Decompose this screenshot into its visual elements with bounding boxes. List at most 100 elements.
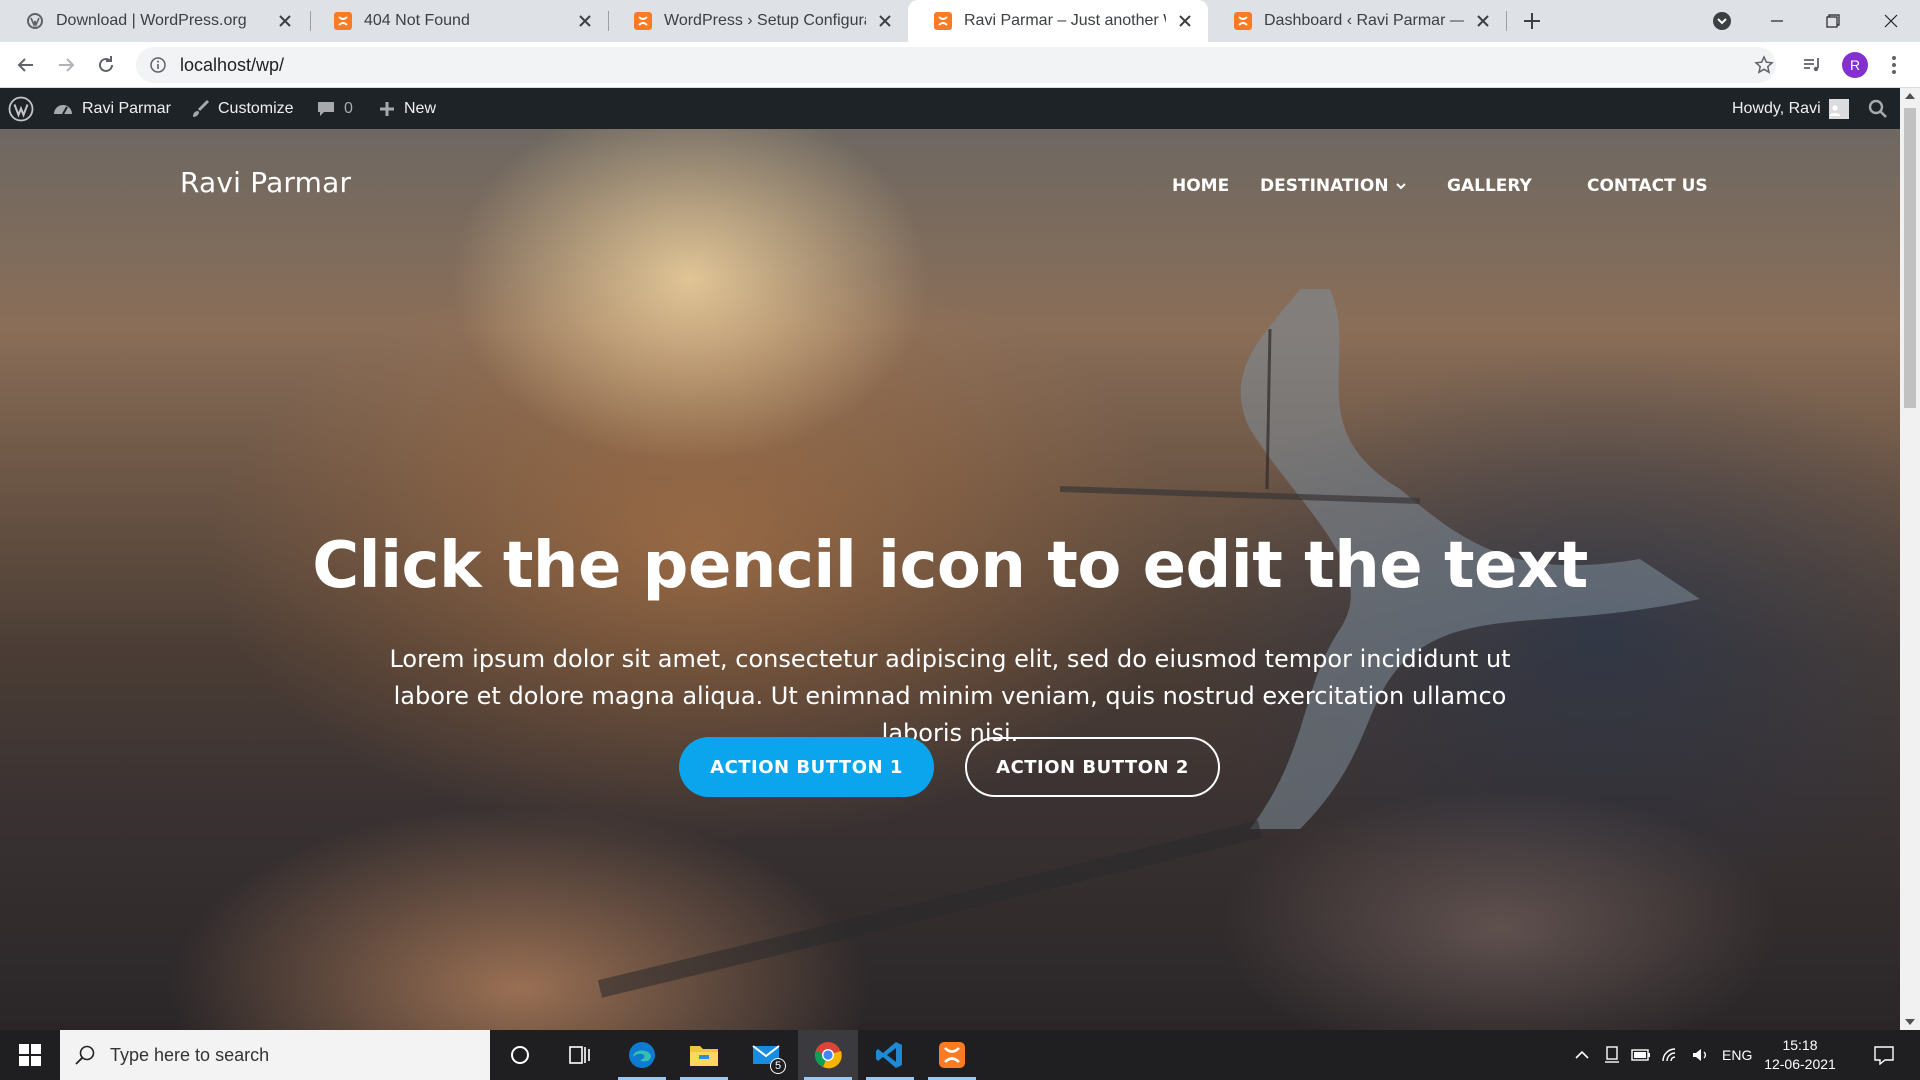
- nav-contact-us[interactable]: CONTACT US: [1587, 176, 1708, 196]
- clock-time: 15:18: [1782, 1037, 1818, 1053]
- restore-button[interactable]: [1820, 8, 1846, 34]
- wp-howdy-text: Howdy, Ravi: [1732, 99, 1821, 117]
- wp-customize-label: Customize: [218, 99, 294, 117]
- edge-icon: [629, 1042, 655, 1068]
- vscode-icon: [876, 1042, 902, 1068]
- chevron-down-icon: [1395, 183, 1406, 190]
- close-window-button[interactable]: [1878, 8, 1904, 34]
- wp-search-button[interactable]: [1868, 88, 1896, 129]
- site-title[interactable]: Ravi Parmar: [180, 166, 351, 199]
- tab-ravi-parmar-site[interactable]: Ravi Parmar – Just another WordPress sit…: [908, 0, 1208, 42]
- scrollbar-thumb[interactable]: [1904, 108, 1916, 408]
- action-button-2[interactable]: ACTION BUTTON 2: [965, 737, 1220, 797]
- wp-customize-link[interactable]: Customize: [190, 88, 294, 129]
- tab-dashboard[interactable]: Dashboard ‹ Ravi Parmar — WordPress: [1208, 0, 1506, 42]
- show-hidden-icons-button[interactable]: [1570, 1030, 1594, 1080]
- close-icon[interactable]: [576, 12, 594, 30]
- start-button[interactable]: [0, 1030, 60, 1080]
- taskbar-search-box[interactable]: Type here to search: [60, 1030, 490, 1080]
- tab-search-button[interactable]: [1712, 11, 1732, 31]
- wifi-icon: [1662, 1048, 1676, 1062]
- nav-destination[interactable]: DESTINATION: [1260, 176, 1407, 196]
- close-icon: [1884, 14, 1898, 28]
- input-language-indicator[interactable]: ENG: [1722, 1030, 1752, 1080]
- chrome-menu-button[interactable]: [1882, 53, 1906, 77]
- cortana-circle-icon: [511, 1046, 529, 1064]
- tab-title: Dashboard ‹ Ravi Parmar — WordPress: [1264, 12, 1464, 29]
- wp-logo-menu[interactable]: [8, 88, 42, 129]
- xampp-icon: [334, 12, 352, 30]
- xampp-icon: [939, 1042, 965, 1068]
- taskbar-chrome[interactable]: [798, 1030, 858, 1080]
- wp-site-name: Ravi Parmar: [82, 99, 171, 117]
- taskbar-clock[interactable]: 15:18 12-06-2021: [1760, 1036, 1840, 1074]
- wp-site-name-menu[interactable]: Ravi Parmar: [52, 88, 171, 129]
- comment-bubble-icon: [318, 101, 334, 116]
- close-icon[interactable]: [1474, 12, 1492, 30]
- tab-404-not-found[interactable]: 404 Not Found: [308, 0, 608, 42]
- taskbar-file-explorer[interactable]: [674, 1030, 734, 1080]
- tray-device-icon[interactable]: [1600, 1030, 1624, 1080]
- battery-icon: [1631, 1049, 1650, 1061]
- taskbar-mail[interactable]: 5: [736, 1030, 796, 1080]
- chrome-icon: [814, 1042, 842, 1069]
- wp-new-content-menu[interactable]: New: [378, 88, 436, 129]
- wp-comments-link[interactable]: 0: [316, 88, 353, 129]
- tab-download-wordpress[interactable]: Download | WordPress.org: [0, 0, 308, 42]
- plus-icon: [380, 101, 394, 116]
- new-tab-button[interactable]: [1520, 9, 1544, 33]
- arrow-left-icon: [17, 58, 33, 72]
- device-icon: [1605, 1046, 1619, 1063]
- taskbar-xampp[interactable]: [922, 1030, 982, 1080]
- hero-text: Lorem ipsum dolor sit amet, consectetur …: [389, 645, 1511, 747]
- cortana-button[interactable]: [490, 1030, 550, 1080]
- nav-gallery-label: GALLERY: [1447, 176, 1532, 196]
- profile-avatar[interactable]: R: [1842, 52, 1868, 78]
- address-bar[interactable]: localhost/wp/: [136, 47, 1776, 83]
- reload-button[interactable]: [94, 53, 118, 77]
- task-view-button[interactable]: [550, 1030, 610, 1080]
- plus-icon: [1524, 13, 1540, 29]
- taskbar-vscode[interactable]: [860, 1030, 920, 1080]
- bookmark-button[interactable]: [1752, 53, 1776, 77]
- tab-title: Ravi Parmar – Just another WordPress sit…: [964, 12, 1166, 29]
- tab-setup-configuration[interactable]: WordPress › Setup Configuration: [608, 0, 908, 42]
- close-icon[interactable]: [276, 12, 294, 30]
- arrow-right-icon: [59, 58, 75, 72]
- close-icon[interactable]: [1176, 12, 1194, 30]
- page-scrollbar[interactable]: [1900, 88, 1920, 1030]
- action-center-button[interactable]: [1864, 1030, 1904, 1080]
- star-icon: [1754, 55, 1774, 74]
- forward-button[interactable]: [54, 53, 78, 77]
- hero-title: Click the pencil icon to edit the text: [312, 529, 1588, 603]
- chevron-up-icon: [1575, 1050, 1589, 1059]
- search-icon: [1868, 99, 1887, 118]
- action-button-1[interactable]: ACTION BUTTON 1: [679, 737, 934, 797]
- wordpress-logo-icon: [8, 96, 34, 121]
- back-button[interactable]: [14, 53, 38, 77]
- close-icon[interactable]: [876, 12, 894, 30]
- tray-volume-icon[interactable]: [1688, 1030, 1714, 1080]
- scroll-down-arrow[interactable]: [1900, 1014, 1920, 1030]
- scroll-up-arrow[interactable]: [1900, 88, 1920, 104]
- folder-icon: [690, 1046, 718, 1066]
- more-vert-icon: [1892, 56, 1896, 74]
- media-control-button[interactable]: [1800, 53, 1824, 77]
- taskbar-edge[interactable]: [612, 1030, 672, 1080]
- nav-home[interactable]: HOME: [1172, 176, 1229, 196]
- playlist-icon: [1804, 58, 1819, 72]
- nav-gallery[interactable]: GALLERY: [1447, 176, 1532, 196]
- windows-taskbar: Type here to search 5 ENG 15:18 12-06-20…: [0, 1030, 1920, 1080]
- dashboard-gauge-icon: [54, 104, 72, 114]
- wp-account-menu[interactable]: Howdy, Ravi: [1732, 88, 1849, 129]
- tab-title: Download | WordPress.org: [56, 12, 247, 29]
- tray-network-icon[interactable]: [1658, 1030, 1684, 1080]
- user-silhouette-icon: [1829, 104, 1840, 116]
- paintbrush-icon: [193, 99, 210, 117]
- tray-battery-icon[interactable]: [1628, 1030, 1654, 1080]
- nav-contact-label: CONTACT US: [1587, 176, 1708, 196]
- nav-home-label: HOME: [1172, 176, 1230, 196]
- tab-title: WordPress › Setup Configuration: [664, 12, 866, 29]
- minimize-icon: [1771, 20, 1783, 22]
- minimize-button[interactable]: [1764, 8, 1790, 34]
